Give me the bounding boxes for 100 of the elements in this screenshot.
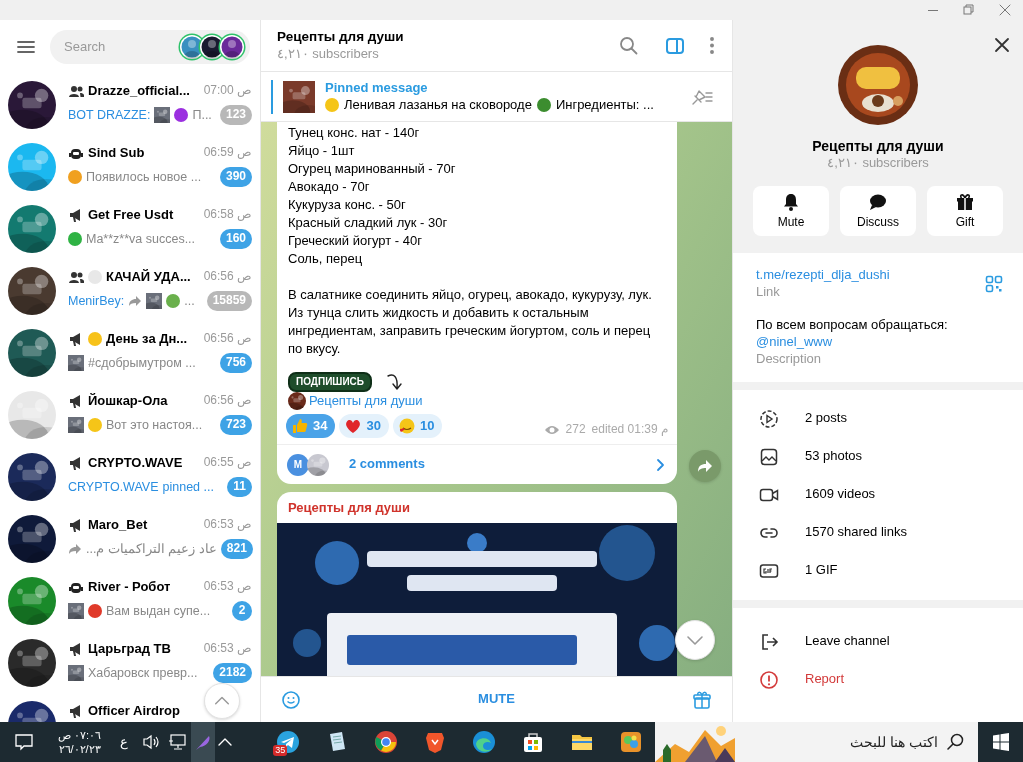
avatar[interactable] — [8, 639, 56, 687]
close-button[interactable] — [993, 36, 1011, 54]
avatar[interactable] — [8, 453, 56, 501]
chat-name: Maro_Bet — [88, 516, 148, 534]
heart-icon — [344, 417, 363, 435]
chat-time: 06:59 ص — [203, 145, 252, 161]
language-button[interactable]: ع — [111, 722, 138, 762]
smiling-face-icon — [397, 417, 416, 435]
close-icon — [997, 2, 1013, 18]
message-preview: #сдобрымутром ... — [88, 354, 196, 372]
mute-button[interactable]: Mute — [753, 186, 829, 237]
chat-name: Йошкар-Ола — [88, 392, 168, 410]
restore-icon — [961, 2, 977, 18]
scroll-down-button[interactable] — [675, 620, 715, 660]
channel-name: Рецепты для души — [812, 137, 944, 156]
gift-icon — [955, 191, 975, 212]
chat-time: 06:53 ص — [203, 641, 252, 657]
message-preview: Вам выдан супе... — [106, 602, 211, 620]
chat-name: Get Free Usdt — [88, 206, 174, 224]
unread-badge: 756 — [219, 353, 252, 373]
chat-time: 06:55 ص — [203, 455, 252, 471]
search-input[interactable]: Search — [64, 38, 178, 56]
message-preview: Появилось новое ... — [86, 168, 202, 186]
chat-name: Sind Sub — [88, 144, 145, 162]
search-field[interactable]: اكتب هنا للبحث — [655, 722, 979, 762]
message-preview: ... — [184, 292, 195, 310]
discuss-button[interactable]: Discuss — [840, 186, 916, 237]
qr-code-icon — [985, 274, 1003, 293]
preview-sender: MenirBey: — [68, 292, 125, 310]
warning-icon — [759, 669, 779, 690]
message-preview: Хабаровск превр... — [88, 664, 198, 682]
avatar — [307, 453, 329, 476]
forward-icon — [697, 458, 713, 474]
swirl-icon — [471, 730, 496, 754]
avatar[interactable] — [8, 515, 56, 563]
description-text: По всем вопросам обращаться: — [756, 316, 949, 334]
preview-sender: CRYPTO.WAVE — [68, 478, 159, 496]
chat-name: Царьград ТВ — [88, 640, 171, 658]
channel-link[interactable]: t.me/rezepti_dlja_dushi — [756, 267, 985, 284]
leave-icon — [759, 631, 779, 652]
thumbs-up-icon — [291, 417, 309, 435]
story-avatar[interactable] — [218, 33, 246, 61]
avatar[interactable] — [8, 205, 56, 253]
avatar[interactable] — [8, 329, 56, 377]
more-icon — [710, 37, 714, 54]
avatar — [288, 392, 308, 410]
chat-name: День за Дн... — [106, 330, 188, 348]
message-text: В салатнике соединить яйцо, огурец, авокадо, кукурузу, лук. Из тунца слить жидкость и добавить к остальным ингредиентам, заправить греческим йогуртом, соль и перец по вкусу. — [288, 286, 653, 358]
avatar[interactable] — [8, 267, 56, 315]
view-count: 272 — [565, 422, 586, 438]
unread-badge: 723 — [219, 415, 252, 435]
message-line: Соль, перец — [288, 250, 364, 268]
eye-icon — [543, 424, 560, 437]
username-link[interactable]: @ninel_www — [756, 333, 1003, 351]
qr-code-button[interactable] — [985, 274, 1003, 293]
close-icon — [993, 36, 1011, 54]
subscriber-count: ٤,٢١٠ subscribers — [277, 45, 380, 63]
bell-icon — [781, 191, 801, 212]
chat-time: 06:56 ص — [203, 269, 252, 285]
edited-time: edited 01:39 م — [591, 422, 668, 438]
message-preview: pinned ... — [162, 478, 214, 496]
notifications-icon — [14, 732, 34, 752]
subscribe-sticker: ПОДПИШИСЬ — [288, 372, 372, 392]
chat-name: CRYPTO.WAVE — [88, 454, 183, 472]
chat-time: 06:56 ص — [203, 393, 252, 409]
avatar[interactable] — [8, 81, 56, 129]
message-preview: عاد زعيم التراكميات م... — [86, 540, 217, 558]
search-field[interactable]: Search — [50, 30, 250, 64]
message-preview: П... — [192, 106, 212, 124]
search-input[interactable]: اكتب هنا للبحث — [735, 732, 939, 752]
forward-button[interactable] — [689, 450, 721, 482]
chat-time: 06:56 ص — [203, 331, 252, 347]
unread-badge: 821 — [220, 539, 253, 559]
chat-name: River - Робот — [88, 578, 171, 596]
volume-icon — [141, 732, 162, 752]
message-line: Огурец маринованный - 70г — [288, 160, 457, 178]
group-icon — [68, 269, 84, 285]
author-name: Рецепты для души — [287, 499, 411, 517]
paper-plane-app[interactable]: 35 — [263, 722, 313, 762]
unread-badge: 390 — [219, 167, 252, 187]
group-icon — [68, 83, 84, 99]
minimize-icon — [928, 9, 938, 11]
avatar[interactable] — [8, 577, 56, 625]
unread-badge: 2182 — [213, 663, 252, 683]
chat-time: 07:00 ص — [203, 83, 252, 99]
message-line: Красный сладкий лук - 30г — [288, 214, 449, 232]
message-preview: Ma**z**va succes... — [86, 230, 196, 248]
channel-link[interactable]: Рецепты для души — [309, 392, 423, 410]
link-caption: Link — [756, 283, 781, 301]
round-browser-icon — [373, 730, 398, 754]
clock[interactable]: ٠٧:٠٦ ص ٢٦/٠٢/٢٣ — [48, 722, 112, 762]
game-icon — [618, 730, 643, 754]
network-icon — [168, 732, 189, 752]
message-preview: Вот это настоя... — [106, 416, 203, 434]
preview-sender: BOT DRAZZE: — [68, 106, 151, 124]
feather-app-button[interactable] — [191, 722, 216, 762]
pinned-text: Ингредиенты: ... — [555, 96, 654, 114]
chat-name: КАЧАЙ УДА... — [106, 268, 191, 286]
chat-name: Drazze_official... — [88, 82, 190, 100]
gift-button[interactable]: Gift — [927, 186, 1003, 237]
